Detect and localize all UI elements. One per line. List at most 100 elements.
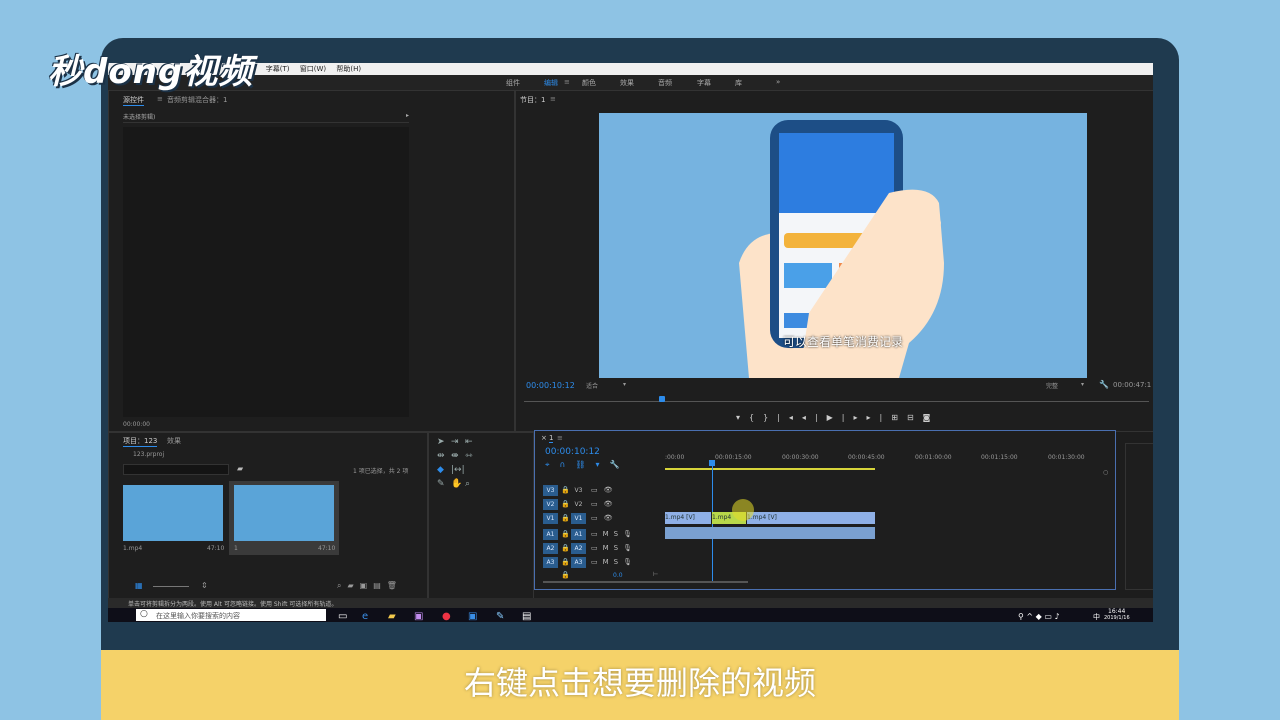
in-point-icon[interactable]: { bbox=[749, 413, 763, 422]
ws-audio[interactable]: 音频 bbox=[658, 78, 672, 88]
selection-tool-icon[interactable]: ➤ bbox=[437, 437, 445, 447]
track-target-a1[interactable]: A1 bbox=[543, 529, 558, 540]
go-to-out-icon[interactable]: ▸| bbox=[867, 413, 892, 422]
thumbnail-1[interactable] bbox=[123, 485, 223, 541]
track-target-a2[interactable]: A2 bbox=[543, 543, 558, 554]
premiere-icon[interactable]: ▣ bbox=[414, 611, 423, 622]
timeline-timecode[interactable]: 00:00:10:12 bbox=[545, 447, 600, 457]
clock-time[interactable]: 16:44 bbox=[1108, 608, 1125, 615]
ws-menu-icon[interactable]: ≡ bbox=[564, 78, 570, 86]
ws-libraries[interactable]: 库 bbox=[735, 78, 742, 88]
ws-overflow[interactable]: » bbox=[776, 78, 780, 86]
go-to-in-icon[interactable]: |◂ bbox=[777, 413, 802, 422]
track-target-v2[interactable]: V2 bbox=[543, 499, 558, 510]
recorder-icon[interactable]: ● bbox=[442, 611, 451, 622]
track-target-v3[interactable]: V3 bbox=[543, 485, 558, 496]
thumbnail-2[interactable] bbox=[234, 485, 334, 541]
add-marker-icon[interactable]: ▾ bbox=[596, 460, 610, 469]
tab-sequence[interactable]: 1 bbox=[549, 434, 554, 443]
timeline-scrollbar[interactable] bbox=[543, 581, 748, 583]
menu-caption[interactable]: 字幕(T) bbox=[266, 63, 290, 75]
lock-icon[interactable]: 🔒 bbox=[561, 544, 570, 552]
lift-icon[interactable]: ⊞ bbox=[891, 413, 907, 422]
menu-window[interactable]: 窗口(W) bbox=[300, 63, 326, 75]
folder-icon[interactable]: ▰ bbox=[237, 464, 243, 473]
track-controls-v1[interactable]: ▭👁 bbox=[591, 514, 619, 522]
track-label-a3[interactable]: A3 bbox=[571, 557, 586, 568]
rate-stretch-icon[interactable]: ⇼ bbox=[451, 451, 459, 461]
program-timecode[interactable]: 00:00:10:12 bbox=[526, 381, 575, 390]
razor-tool-icon[interactable]: ◆ bbox=[437, 465, 444, 475]
lock-icon[interactable]: 🔒 bbox=[561, 500, 570, 508]
sequence-menu-icon[interactable]: ≡ bbox=[557, 434, 563, 442]
project-search-input[interactable] bbox=[123, 464, 229, 475]
timeline-settings-icon[interactable]: 🔧 bbox=[610, 460, 630, 469]
tab-effects[interactable]: 效果 bbox=[167, 436, 181, 446]
track-controls-a3[interactable]: ▭MS🎙 bbox=[591, 558, 637, 566]
track-controls-v3[interactable]: ▭👁 bbox=[591, 486, 619, 494]
clock-date[interactable]: 2019/1/16 bbox=[1104, 615, 1130, 621]
ws-editing[interactable]: 编辑 bbox=[544, 78, 558, 88]
audio-clip[interactable] bbox=[665, 527, 875, 539]
tab-menu-icon[interactable]: ≡ bbox=[157, 95, 163, 103]
quality-dropdown[interactable]: 完整 bbox=[1046, 381, 1058, 390]
sequence-close-icon[interactable]: × bbox=[541, 434, 547, 442]
edge-icon[interactable]: e bbox=[362, 611, 368, 622]
ws-color[interactable]: 颜色 bbox=[582, 78, 596, 88]
track-label-v2[interactable]: V2 bbox=[571, 499, 586, 510]
menu-help[interactable]: 帮助(H) bbox=[336, 63, 361, 75]
tray-icons[interactable]: ⚲ ^ ◆ ▭ ♪ bbox=[1018, 612, 1060, 621]
lock-icon[interactable]: 🔒 bbox=[561, 486, 570, 494]
rolling-edit-icon[interactable]: ⇹ bbox=[437, 451, 445, 461]
zoom-tool-icon[interactable]: ⌕ bbox=[465, 479, 470, 489]
linked-selection-icon[interactable]: ⛓ bbox=[575, 460, 595, 469]
tab-source[interactable]: 源控件 bbox=[123, 95, 144, 106]
ripple-edit-icon[interactable]: ⇤ bbox=[465, 437, 473, 447]
lock-icon[interactable]: 🔒 bbox=[561, 514, 570, 522]
master-end-icon[interactable]: ⊢ bbox=[653, 571, 658, 578]
clapper-icon[interactable]: ▤ bbox=[522, 611, 531, 622]
track-label-a2[interactable]: A2 bbox=[571, 543, 586, 554]
lock-icon[interactable]: 🔒 bbox=[561, 530, 570, 538]
slip-tool-icon[interactable]: ⇿ bbox=[465, 451, 473, 461]
tab-project[interactable]: 项目：123 bbox=[123, 436, 158, 447]
program-menu-icon[interactable]: ≡ bbox=[550, 95, 556, 103]
work-area-bar[interactable] bbox=[665, 468, 875, 470]
playhead-marker[interactable] bbox=[659, 396, 665, 402]
lock-icon[interactable]: 🔒 bbox=[561, 571, 570, 579]
scroll-handle-icon[interactable]: ○ bbox=[1103, 469, 1108, 476]
app-icon[interactable]: ▣ bbox=[468, 611, 477, 622]
fit-dropdown[interactable]: 适合 bbox=[586, 381, 598, 390]
marker-icon[interactable]: ▾ bbox=[736, 413, 749, 422]
zoom-slider[interactable] bbox=[153, 586, 189, 587]
track-target-a3[interactable]: A3 bbox=[543, 557, 558, 568]
track-controls-a2[interactable]: ▭MS🎙 bbox=[591, 544, 637, 552]
track-controls-v2[interactable]: ▭👁 bbox=[591, 500, 619, 508]
camera-icon[interactable]: ◙ bbox=[923, 413, 940, 422]
master-volume[interactable]: 0.0 bbox=[613, 572, 623, 579]
nest-icon[interactable]: ⌖ bbox=[545, 460, 560, 469]
hand-tool-icon[interactable]: ✋ bbox=[451, 479, 462, 489]
time-ruler[interactable]: :00:00 00:00:15:00 00:00:30:00 00:00:45:… bbox=[665, 451, 1105, 473]
track-label-v3[interactable]: V3 bbox=[571, 485, 586, 496]
ws-assembly[interactable]: 组件 bbox=[506, 78, 520, 88]
file-explorer-icon[interactable]: ▰ bbox=[388, 611, 396, 622]
video-clip[interactable]: 1.mp4 [V] bbox=[665, 512, 711, 524]
slide-tool-icon[interactable]: |↔| bbox=[451, 465, 465, 475]
project-actions[interactable]: ⌕▰▣▤🗑 bbox=[337, 581, 403, 591]
ws-titles[interactable]: 字幕 bbox=[697, 78, 711, 88]
lock-icon[interactable]: 🔒 bbox=[561, 558, 570, 566]
track-select-icon[interactable]: ⇥ bbox=[451, 437, 459, 447]
playhead-handle[interactable] bbox=[709, 460, 715, 466]
track-target-v1[interactable]: V1 bbox=[543, 513, 558, 524]
step-back-icon[interactable]: ◂| bbox=[802, 413, 827, 422]
out-point-icon[interactable]: } bbox=[763, 413, 777, 422]
input-language[interactable]: 中 bbox=[1093, 612, 1100, 622]
step-forward-icon[interactable]: |▸ bbox=[842, 413, 867, 422]
source-dropdown[interactable]: 未选择剪辑) ▸ bbox=[123, 112, 409, 123]
task-view-icon[interactable]: ▭ bbox=[338, 611, 347, 622]
list-view-icon[interactable]: ▦ bbox=[135, 581, 143, 590]
video-clip[interactable]: 1.mp4 [V] bbox=[747, 512, 875, 524]
track-controls-a1[interactable]: ▭MS🎙 bbox=[591, 530, 637, 538]
play-icon[interactable]: ▶ bbox=[827, 413, 842, 422]
